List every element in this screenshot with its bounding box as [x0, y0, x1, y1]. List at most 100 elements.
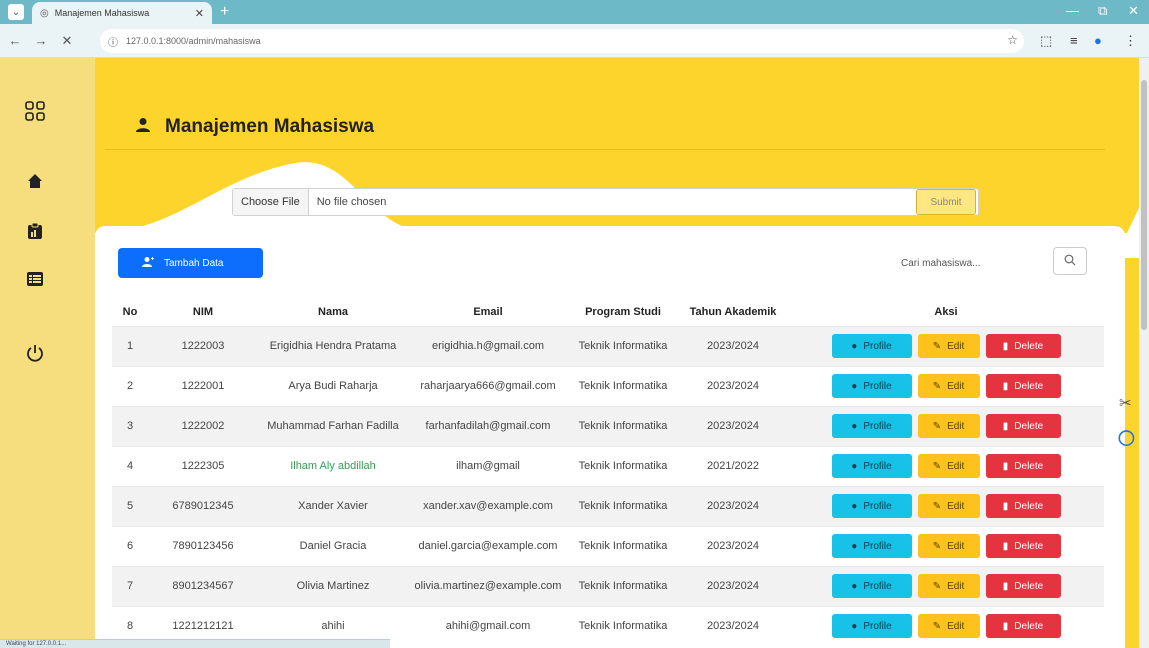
delete-button[interactable]: ▮ Delete	[985, 414, 1061, 438]
profile-button[interactable]: ● Profile	[831, 494, 912, 518]
browser-menu-icon[interactable]: ⋮	[1124, 33, 1137, 49]
header-email: Email	[473, 305, 503, 318]
delete-button[interactable]: ▮ Delete	[985, 454, 1061, 478]
tab-close-icon[interactable]: ✕	[195, 7, 204, 20]
bookmark-star-icon[interactable]: ☆	[1007, 33, 1018, 47]
edit-button[interactable]: ✎ Edit	[917, 614, 980, 639]
cell-aksi: ● Profile ✎ Edit ▮ Delete	[788, 565, 1104, 606]
table-row: 4 1222305 Ilham Aly abdillah ilham@gmail…	[112, 445, 1104, 486]
trash-icon: ▮	[1002, 460, 1009, 472]
cell-nim: 1222305	[148, 445, 258, 486]
data-card: Tambah Data No NIM Nama Email Program St…	[95, 226, 1125, 648]
edit-icon: ✎	[932, 380, 942, 392]
header-nim: NIM	[192, 305, 214, 318]
delete-label: Delete	[1014, 380, 1044, 392]
add-user-icon	[142, 256, 154, 271]
grid-icon[interactable]	[24, 100, 46, 122]
edit-icon: ✎	[932, 620, 942, 632]
edit-button[interactable]: ✎ Edit	[917, 574, 980, 598]
search-button[interactable]	[1053, 247, 1087, 275]
edit-button[interactable]: ✎ Edit	[917, 454, 980, 478]
profile-button[interactable]: ● Profile	[831, 574, 912, 598]
trash-icon: ▮	[1002, 380, 1009, 392]
url-text: 127.0.0.1:8000/admin/mahasiswa	[126, 36, 261, 46]
file-upload-field[interactable]: Choose File No file chosen	[232, 188, 979, 216]
cell-aksi: ● Profile ✎ Edit ▮ Delete	[788, 325, 1104, 366]
edit-button[interactable]: ✎ Edit	[917, 494, 980, 518]
cell-email: daniel.garcia@example.com	[408, 525, 568, 566]
cell-prodi: Teknik Informatika	[568, 325, 678, 366]
trash-icon: ▮	[1002, 580, 1009, 592]
maximize-icon[interactable]: ⧉	[1098, 3, 1107, 19]
delete-button[interactable]: ▮ Delete	[985, 334, 1061, 358]
browser-tab[interactable]: ◎ Manajemen Mahasiswa ✕	[32, 2, 212, 24]
tab-search-icon[interactable]: ⌄	[8, 4, 24, 20]
back-icon[interactable]: ←	[4, 33, 26, 48]
title-divider	[105, 149, 1105, 150]
cell-nama: Xander Xavier	[258, 485, 408, 526]
address-bar[interactable]: ⓘ 127.0.0.1:8000/admin/mahasiswa ☆	[100, 29, 1024, 53]
home-icon[interactable]	[24, 170, 46, 192]
stop-icon[interactable]: ✕	[56, 33, 78, 49]
trash-icon: ▮	[1002, 420, 1009, 432]
delete-button[interactable]: ▮ Delete	[985, 374, 1061, 398]
minimize-icon[interactable]: —	[1066, 3, 1079, 18]
cell-no: 7	[112, 565, 148, 606]
submit-button[interactable]: Submit	[916, 189, 976, 215]
assistant-icon[interactable]: ◯	[1118, 428, 1135, 446]
cell-tahun: 2023/2024	[678, 405, 788, 446]
profile-icon[interactable]: ●	[1094, 33, 1102, 48]
table-row: 7 8901234567 Olivia Martinez olivia.mart…	[112, 565, 1104, 606]
cell-aksi: ● Profile ✎ Edit ▮ Delete	[788, 525, 1104, 566]
list-icon[interactable]	[24, 268, 46, 290]
profile-label: Profile	[863, 420, 892, 432]
profile-button[interactable]: ● Profile	[831, 454, 912, 478]
delete-button[interactable]: ▮ Delete	[985, 534, 1061, 558]
edit-button[interactable]: ✎ Edit	[917, 414, 980, 438]
profile-button[interactable]: ● Profile	[831, 614, 912, 639]
cell-tahun: 2023/2024	[678, 365, 788, 406]
delete-button[interactable]: ▮ Delete	[985, 614, 1061, 639]
profile-button[interactable]: ● Profile	[831, 374, 912, 398]
cell-tahun: 2023/2024	[678, 485, 788, 526]
student-table: No NIM Nama Email Program Studi Tahun Ak…	[112, 298, 1104, 646]
cell-nim: 1222001	[148, 365, 258, 406]
delete-label: Delete	[1014, 620, 1044, 632]
new-tab-icon[interactable]: +	[220, 3, 229, 21]
page-title: Manajemen Mahasiswa	[165, 116, 375, 137]
profile-button[interactable]: ● Profile	[831, 334, 912, 358]
file-status-text: No file chosen	[316, 196, 387, 208]
forward-icon[interactable]: →	[30, 33, 52, 48]
cell-nama: Ilham Aly abdillah	[258, 445, 408, 486]
choose-file-button[interactable]: Choose File	[233, 189, 309, 215]
cell-email: ahihi@gmail.com	[408, 605, 568, 646]
scrollbar-thumb[interactable]	[1141, 80, 1147, 330]
extensions-icon[interactable]: ⬚	[1040, 33, 1052, 49]
edit-icon: ✎	[932, 500, 942, 512]
media-icon[interactable]: ≡	[1070, 33, 1078, 48]
search-input[interactable]	[895, 250, 1045, 276]
profile-button[interactable]: ● Profile	[831, 414, 912, 438]
cell-nim: 1222002	[148, 405, 258, 446]
power-icon[interactable]	[24, 342, 46, 364]
edit-button[interactable]: ✎ Edit	[917, 374, 980, 398]
cell-email: ilham@gmail	[408, 445, 568, 486]
tab-title: Manajemen Mahasiswa	[54, 8, 150, 18]
edit-label: Edit	[947, 380, 965, 392]
delete-button[interactable]: ▮ Delete	[985, 494, 1061, 518]
site-info-icon[interactable]: ⓘ	[108, 34, 118, 49]
cell-prodi: Teknik Informatika	[568, 485, 678, 526]
scissors-icon[interactable]: ✂	[1119, 394, 1132, 412]
eye-icon: ●	[851, 380, 858, 392]
window-close-icon[interactable]: ✕	[1128, 3, 1139, 19]
add-data-button[interactable]: Tambah Data	[118, 248, 263, 278]
eye-icon: ●	[851, 340, 858, 352]
profile-label: Profile	[863, 620, 892, 632]
profile-label: Profile	[863, 580, 892, 592]
delete-button[interactable]: ▮ Delete	[985, 574, 1061, 598]
clipboard-icon[interactable]	[24, 220, 46, 242]
profile-button[interactable]: ● Profile	[831, 534, 912, 558]
edit-button[interactable]: ✎ Edit	[917, 534, 980, 558]
edit-button[interactable]: ✎ Edit	[917, 334, 980, 358]
sidebar	[0, 58, 95, 648]
